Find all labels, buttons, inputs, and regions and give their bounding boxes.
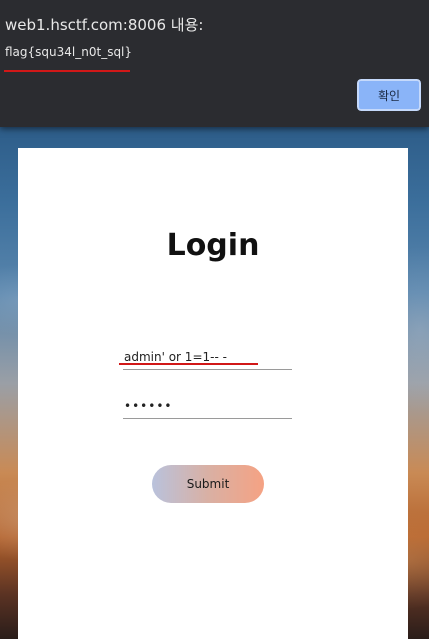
alert-message: flag{squ34l_n0t_sql} (5, 45, 133, 59)
alert-ok-button[interactable]: 확인 (356, 78, 422, 112)
username-input[interactable] (123, 344, 292, 370)
username-red-annotation (119, 363, 258, 365)
login-card: Login •••••• Submit (18, 148, 408, 639)
alert-origin-text: web1.hsctf.com:8006 내용: (5, 16, 204, 34)
submit-button[interactable]: Submit (152, 465, 264, 503)
login-title: Login (166, 228, 260, 263)
flag-red-annotation (4, 70, 130, 72)
alert-dialog: web1.hsctf.com:8006 내용: flag{squ34l_n0t_… (0, 0, 429, 127)
password-input[interactable]: •••••• (123, 393, 292, 419)
